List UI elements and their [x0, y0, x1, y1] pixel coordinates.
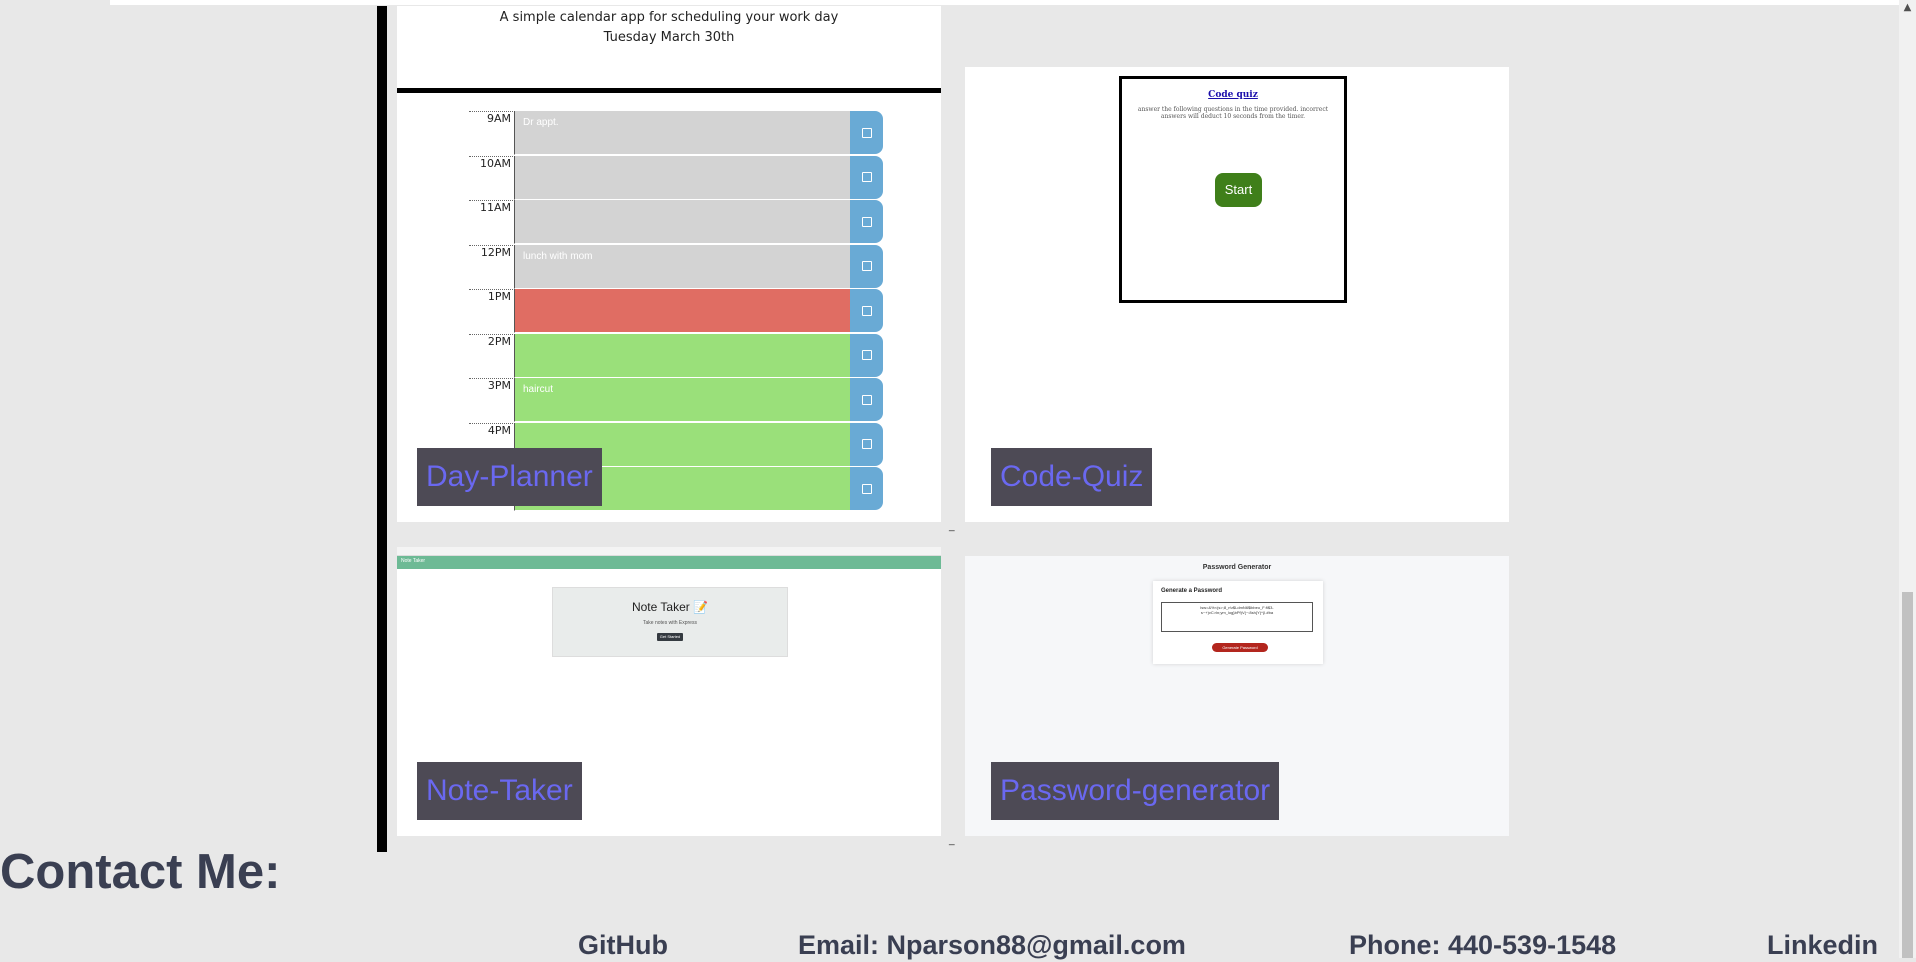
planner-row: 12PM lunch with mom [469, 244, 883, 289]
generate-password-button: Generate Password [1212, 643, 1268, 652]
planner-event-text: haircut [523, 384, 554, 395]
save-icon [861, 350, 872, 360]
planner-row: 3PM haircut [469, 378, 883, 422]
save-icon [861, 216, 872, 227]
password-panel: Generate a Password lsw=&%<(s>;8_n\r$Ldm… [1153, 581, 1323, 664]
page-scrollbar[interactable]: ▲ [1899, 0, 1916, 958]
planner-divider [397, 88, 941, 93]
save-icon [861, 261, 872, 271]
quiz-title: Code quiz [1208, 90, 1258, 100]
planner-time-slot [514, 155, 850, 200]
save-icon [861, 483, 872, 494]
note-nav-text: Note Taker [401, 558, 426, 564]
email-link[interactable]: Email: Nparson88@gmail.com [798, 928, 1186, 962]
planner-event-text: lunch with mom [523, 250, 593, 262]
scrollbar-thumb[interactable] [1902, 592, 1913, 958]
note-navbar: Note Taker [397, 556, 941, 569]
planner-save-button [850, 378, 883, 421]
note-title: Note Taker 📝 [631, 600, 709, 614]
note-subtitle: Take notes with Express [643, 620, 697, 626]
planner-save-button [850, 155, 883, 199]
planner-row: 10AM [469, 155, 883, 200]
planner-hour-label: 9AM [469, 111, 513, 154]
planner-date: Tuesday March 30th [603, 30, 735, 45]
note-jumbotron: Note Taker 📝 Take notes with Express Get… [552, 587, 788, 657]
planner-time-slot [514, 333, 850, 378]
connector-mark: _ [949, 521, 955, 532]
portfolio-left-border [377, 6, 387, 852]
contact-heading: Contact Me: [0, 845, 281, 899]
planner-subtitle: A simple calendar app for scheduling you… [499, 10, 839, 25]
linkedin-link[interactable]: Linkedin [1767, 928, 1878, 962]
password-panel-title: Generate a Password [1161, 588, 1223, 594]
project-label-password-generator[interactable]: Password-generator [991, 762, 1280, 820]
planner-hour-label: 12PM [469, 244, 513, 288]
project-label-note-taker[interactable]: Note-Taker [417, 762, 582, 820]
project-card-password-generator[interactable]: Password Generator Generate a Password l… [965, 556, 1509, 836]
planner-hour-label: 10AM [469, 155, 513, 199]
note-browser-bar [397, 547, 941, 556]
planner-hour-label: 1PM [469, 289, 513, 332]
project-card-code-quiz[interactable]: Code quiz answer the following questions… [965, 67, 1509, 522]
planner-time-slot [514, 289, 850, 333]
quiz-start-button: Start [1215, 173, 1262, 207]
planner-row: 2PM [469, 333, 883, 378]
planner-save-button [850, 333, 883, 377]
planner-save-button [850, 200, 883, 243]
password-output: lsw=&%<(s>;8_n\r$LdmN6$lbbeo_F:fi$3-s~+)… [1161, 602, 1313, 632]
planner-save-button [850, 244, 883, 288]
phone-link[interactable]: Phone: 440-539-1548 [1349, 928, 1616, 962]
save-icon [861, 127, 872, 138]
project-card-note-taker[interactable]: Note Taker Note Taker 📝 Take notes with … [397, 547, 941, 836]
planner-time-slot: haircut [514, 378, 850, 422]
save-icon [861, 394, 872, 405]
arrow-up-icon[interactable]: ▲ [1901, 2, 1914, 14]
planner-hour-label: 2PM [469, 333, 513, 377]
top-edge [110, 0, 1900, 5]
planner-hour-label: 11AM [469, 200, 513, 243]
note-get-started-button: Get Started [657, 633, 683, 641]
password-heading: Password Generator [1202, 564, 1272, 571]
planner-save-button [850, 111, 883, 154]
save-icon [861, 439, 872, 449]
quiz-preview: Code quiz answer the following questions… [1119, 76, 1347, 303]
planner-time-slot: lunch with mom [514, 244, 850, 289]
planner-save-button [850, 467, 883, 510]
planner-row: 11AM [469, 200, 883, 244]
project-label-code-quiz[interactable]: Code-Quiz [991, 448, 1153, 506]
github-link[interactable]: GitHub [578, 928, 668, 962]
save-icon [861, 172, 872, 182]
save-icon [861, 305, 872, 316]
planner-save-button [850, 289, 883, 332]
planner-row: 9AM Dr appt. [469, 111, 883, 155]
project-card-day-planner[interactable]: A simple calendar app for scheduling you… [397, 6, 941, 522]
planner-time-slot [514, 200, 850, 244]
connector-mark-2: _ [949, 835, 955, 846]
planner-row: 1PM [469, 289, 883, 333]
project-label-day-planner[interactable]: Day-Planner [417, 448, 602, 506]
planner-time-slot: Dr appt. [514, 111, 850, 155]
quiz-description: answer the following questions in the ti… [1137, 106, 1329, 120]
planner-event-text: Dr appt. [523, 117, 559, 128]
planner-hour-label: 3PM [469, 378, 513, 421]
planner-save-button [850, 422, 883, 466]
